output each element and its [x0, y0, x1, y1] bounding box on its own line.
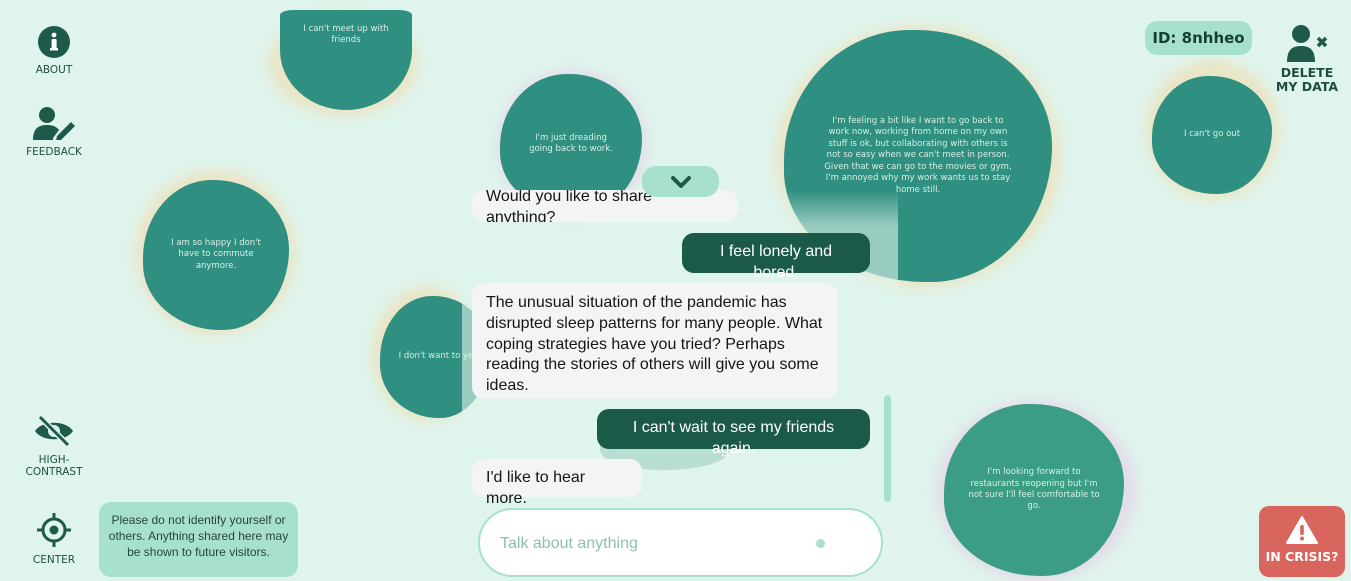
chat-input-container [478, 508, 883, 577]
in-crisis-label: IN CRISIS? [1265, 549, 1339, 564]
center-label: CENTER [32, 554, 76, 566]
feedback-button[interactable]: FEEDBACK [24, 106, 84, 158]
feedback-label: FEEDBACK [26, 146, 82, 158]
in-crisis-button[interactable]: IN CRISIS? [1259, 506, 1345, 577]
high-contrast-button[interactable]: HIGH- CONTRAST [22, 414, 86, 478]
chat-message-user: I can't wait to see my friends again. [597, 409, 870, 457]
privacy-notice: Please do not identify yourself or other… [99, 502, 298, 577]
chat-message-user: I feel lonely and bored. [682, 233, 870, 281]
story-text: I can't meet up with friends [303, 24, 389, 46]
eye-slash-icon [35, 414, 73, 448]
info-icon [38, 26, 70, 58]
chat-message-text: The unusual situation of the pandemic ha… [486, 294, 823, 395]
story-text: I'm feeling a bit like I want to go back… [824, 115, 1012, 195]
send-button[interactable] [816, 539, 825, 548]
feedback-icon [33, 107, 75, 140]
chat-scrollbar[interactable] [884, 395, 891, 502]
delete-data-label: DELETE MY DATA [1275, 65, 1339, 95]
story-blob[interactable]: I am so happy I don't have to commute an… [143, 180, 289, 330]
about-label: ABOUT [35, 64, 73, 76]
story-blob[interactable]: I'm looking forward to restaurants reope… [944, 404, 1124, 576]
high-contrast-label: HIGH- CONTRAST [25, 454, 83, 479]
story-text: I am so happy I don't have to commute an… [171, 237, 261, 271]
chat-message-bot: I'd like to hear more. [472, 459, 642, 507]
chevron-down-icon [670, 175, 691, 188]
story-blob[interactable]: I can't go out [1152, 76, 1272, 194]
chat-input[interactable] [498, 528, 802, 560]
story-text: I'm just dreading going back to work. [529, 132, 613, 154]
warning-icon [1286, 516, 1318, 544]
delete-user-icon [1287, 25, 1328, 62]
story-text: I'm looking forward to restaurants reope… [968, 467, 1100, 512]
center-button[interactable]: CENTER [28, 512, 80, 566]
story-text: I can't go out [1183, 129, 1241, 140]
crosshair-icon [37, 513, 71, 547]
scroll-down-button[interactable] [642, 166, 719, 197]
delete-data-button[interactable]: DELETE MY DATA [1272, 24, 1342, 95]
chat-message-bot: The unusual situation of the pandemic ha… [472, 283, 838, 399]
session-id-badge: ID: 8nhheo [1145, 21, 1252, 55]
about-button[interactable]: ABOUT [28, 26, 80, 76]
